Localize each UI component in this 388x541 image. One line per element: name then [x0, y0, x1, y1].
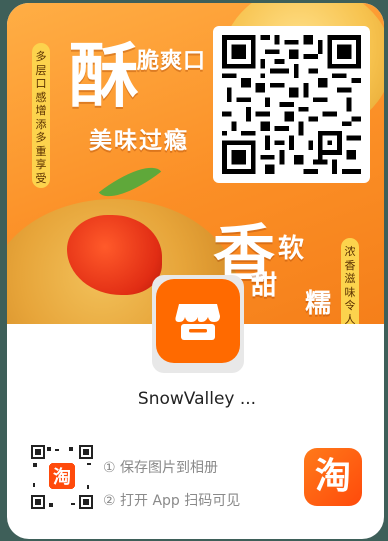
taobao-app-icon[interactable]: 淘 — [304, 448, 362, 506]
svg-text:淘: 淘 — [53, 466, 71, 488]
right-tagline: 浓香滋味令人回 — [341, 238, 359, 324]
app-logo — [152, 275, 244, 373]
mini-qr-icon: 淘 — [31, 445, 93, 509]
headline2-a: 软 — [278, 234, 305, 264]
headline-sub: 美味过瘾 — [89, 128, 189, 154]
step-save-image: ① 保存图片到相册 — [103, 460, 219, 476]
instructions: ① 保存图片到相册 ② 打开 App 扫码可见 — [103, 452, 240, 518]
store-icon — [175, 304, 220, 340]
headline-big: 酥 — [69, 35, 139, 117]
step-open-app-scan: ② 打开 App 扫码可见 — [103, 493, 241, 509]
headline-small: 脆爽口 — [137, 49, 207, 74]
qr-code — [213, 26, 370, 183]
app-logo-background — [156, 279, 240, 363]
headline2-c: 糯 — [305, 289, 332, 319]
headline2-b: 甜 — [251, 271, 278, 301]
left-tagline: 多层口感增添多重享受 — [32, 43, 50, 188]
qr-code-pattern — [222, 35, 361, 174]
app-name: SnowValley ... — [137, 389, 257, 409]
share-card: 多层口感增添多重享受 浓香滋味令人回 酥 脆爽口 美味过瘾 香 软 甜 糯 — [7, 3, 384, 539]
